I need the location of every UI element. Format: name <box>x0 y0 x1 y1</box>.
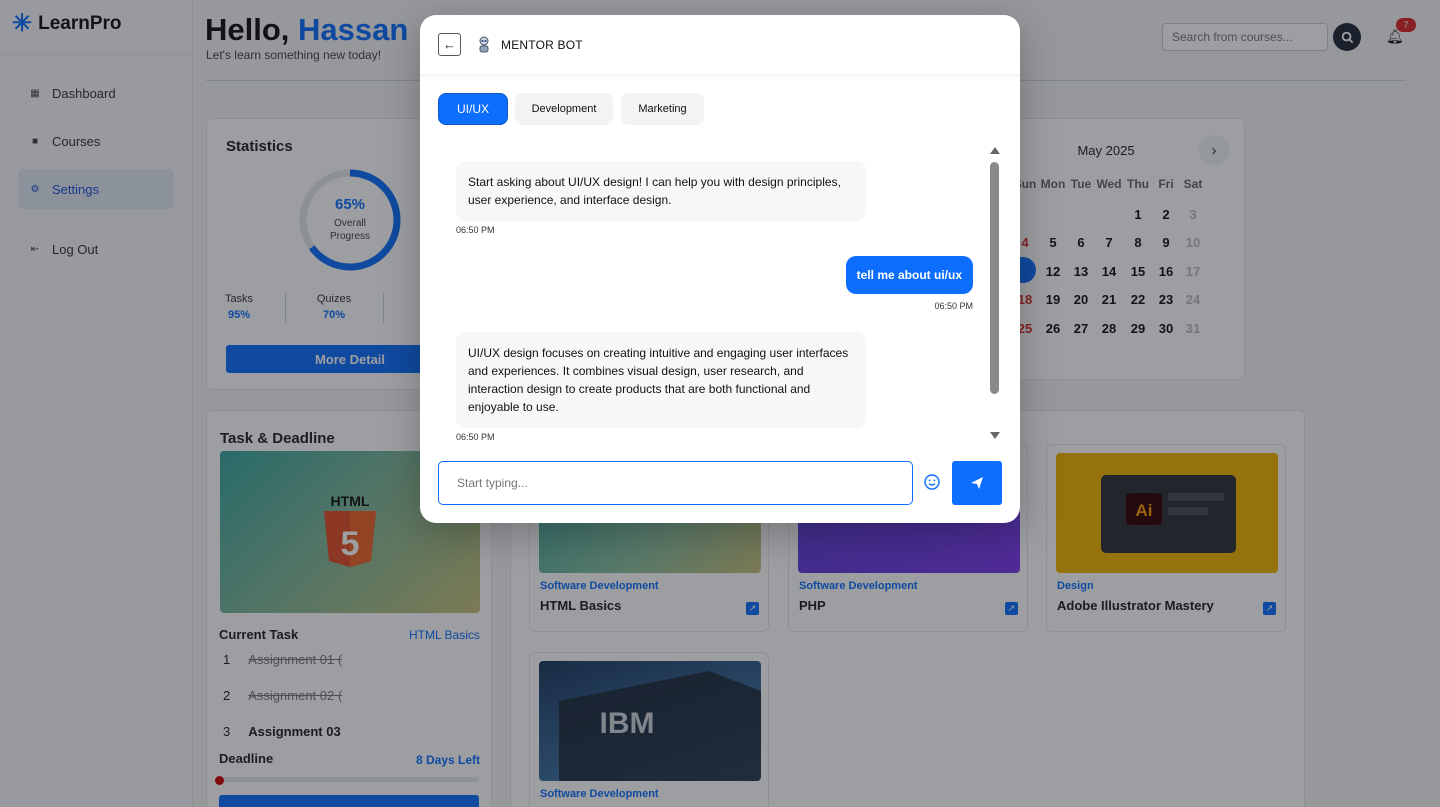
mentor-bot-modal: ← MENTOR BOT UI/UX Development Marketing… <box>420 15 1020 523</box>
scroll-up-arrow-icon[interactable] <box>990 147 1000 154</box>
message-time: 06:50 PM <box>456 225 495 235</box>
bot-message: Start asking about UI/UX design! I can h… <box>456 161 866 221</box>
chat-messages: Start asking about UI/UX design! I can h… <box>444 145 1004 445</box>
bot-message: UI/UX design focuses on creating intuiti… <box>456 332 866 428</box>
send-button[interactable] <box>952 461 1002 505</box>
back-arrow-icon[interactable]: ← <box>438 33 461 56</box>
modal-title: MENTOR BOT <box>501 38 583 52</box>
message-time: 06:50 PM <box>456 432 495 442</box>
user-message: tell me about ui/ux <box>845 256 973 294</box>
message-time: 06:50 PM <box>934 301 973 311</box>
tab-marketing[interactable]: Marketing <box>621 93 704 125</box>
send-icon <box>971 477 983 489</box>
scroll-down-arrow-icon[interactable] <box>990 432 1000 439</box>
chat-scrollbar[interactable] <box>986 145 1002 445</box>
modal-header: ← MENTOR BOT <box>420 15 1020 75</box>
tab-development[interactable]: Development <box>515 93 613 125</box>
emoji-icon[interactable] <box>921 471 943 493</box>
tab-uiux[interactable]: UI/UX <box>438 93 508 125</box>
chat-input[interactable] <box>438 461 913 505</box>
robot-icon <box>479 36 489 53</box>
scrollbar-thumb[interactable] <box>990 162 999 394</box>
